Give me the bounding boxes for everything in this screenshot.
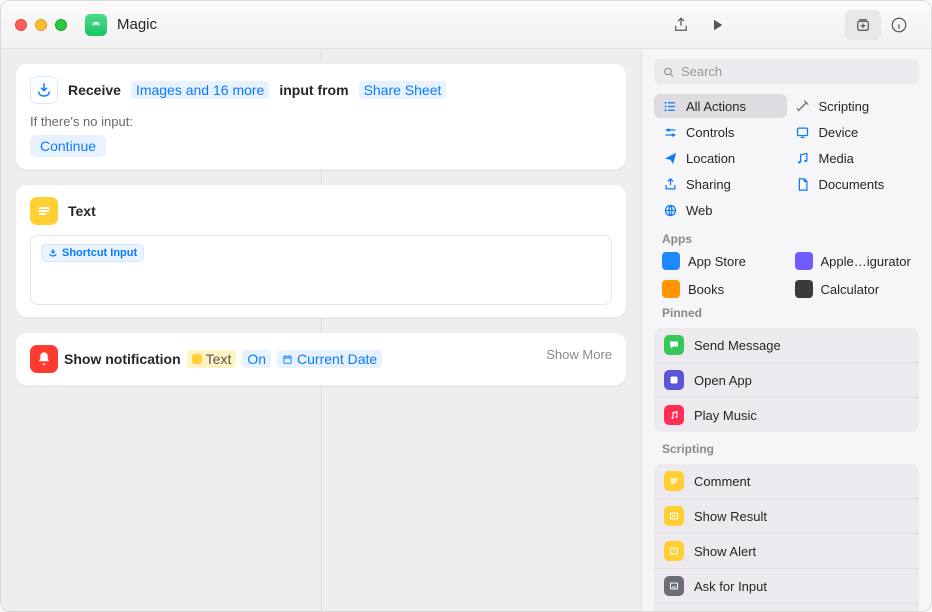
search-icon: [662, 65, 675, 79]
search-input[interactable]: [681, 64, 911, 79]
category-device[interactable]: Device: [787, 120, 920, 144]
text-label: Text: [68, 203, 96, 219]
app-icon: [662, 280, 680, 298]
action-show-notification[interactable]: Show More Show notification Text On Curr…: [15, 332, 627, 386]
web-icon: [662, 202, 678, 218]
action-receive-input[interactable]: Receive Images and 16 more input from Sh…: [15, 63, 627, 170]
category-all-actions[interactable]: All Actions: [654, 94, 787, 118]
search-field[interactable]: [654, 59, 919, 84]
category-scripting[interactable]: Scripting: [787, 94, 920, 118]
shortcut-title[interactable]: Magic: [117, 16, 157, 33]
alert-icon: [664, 541, 684, 561]
category-location[interactable]: Location: [654, 146, 787, 170]
close-window-button[interactable]: [15, 19, 27, 31]
category-grid: All ActionsScriptingControlsDeviceLocati…: [642, 94, 931, 228]
notification-label: Show notification: [64, 351, 181, 367]
open-icon: [664, 370, 684, 390]
notification-text-token[interactable]: Text: [187, 350, 237, 368]
pinned-section-label: Pinned: [642, 302, 931, 322]
category-sharing[interactable]: Sharing: [654, 172, 787, 196]
action-ask-for-input[interactable]: Ask for Input: [654, 569, 919, 604]
actions-sidebar: All ActionsScriptingControlsDeviceLocati…: [641, 49, 931, 611]
receive-source-token[interactable]: Share Sheet: [359, 81, 447, 99]
scripting-list: CommentShow ResultShow AlertAsk for Inpu…: [654, 464, 919, 611]
minimize-window-button[interactable]: [35, 19, 47, 31]
app-apple-igurator[interactable]: Apple…igurator: [787, 248, 920, 274]
action-count[interactable]: Count: [654, 604, 919, 611]
category-web[interactable]: Web: [654, 198, 787, 222]
action-open-app[interactable]: Open App: [654, 363, 919, 398]
media-icon: [795, 150, 811, 166]
msg-icon: [664, 335, 684, 355]
action-play-music[interactable]: Play Music: [654, 398, 919, 432]
text-input-area[interactable]: Shortcut Input: [30, 235, 612, 305]
action-show-alert[interactable]: Show Alert: [654, 534, 919, 569]
lines-icon: [664, 471, 684, 491]
ask-icon: [664, 576, 684, 596]
shortcut-input-variable-chip[interactable]: Shortcut Input: [41, 244, 144, 262]
action-send-message[interactable]: Send Message: [654, 328, 919, 363]
app-icon: [795, 252, 813, 270]
notification-icon: [30, 345, 58, 373]
notification-on-token[interactable]: On: [242, 350, 271, 368]
receive-noinput-action[interactable]: Continue: [30, 135, 106, 157]
wand-icon: [795, 98, 811, 114]
action-show-result[interactable]: Show Result: [654, 499, 919, 534]
zoom-window-button[interactable]: [55, 19, 67, 31]
doc-icon: [795, 176, 811, 192]
nav-icon: [662, 150, 678, 166]
app-icon: [662, 252, 680, 270]
receive-label: Receive: [68, 82, 121, 98]
notification-date-token[interactable]: Current Date: [277, 350, 382, 368]
library-toggle-button[interactable]: [845, 10, 881, 40]
info-button[interactable]: [881, 10, 917, 40]
receive-noinput-label: If there's no input:: [30, 114, 612, 129]
shortcut-app-icon: [85, 14, 107, 36]
apps-section-label: Apps: [642, 228, 931, 248]
device-icon: [795, 124, 811, 140]
app-books[interactable]: Books: [654, 276, 787, 302]
receive-icon: [30, 76, 58, 104]
list-icon: [662, 98, 678, 114]
apps-grid: App StoreApple…iguratorBooksCalculator: [642, 248, 931, 302]
action-comment[interactable]: Comment: [654, 464, 919, 499]
app-icon: [795, 280, 813, 298]
category-media[interactable]: Media: [787, 146, 920, 170]
pinned-list: Send MessageOpen AppPlay Music: [654, 328, 919, 432]
workflow-editor[interactable]: Receive Images and 16 more input from Sh…: [1, 49, 641, 611]
window-controls: [15, 19, 67, 31]
run-button[interactable]: [699, 10, 735, 40]
scripting-section-label: Scripting: [642, 438, 931, 458]
receive-from-label: input from: [279, 82, 348, 98]
share-icon: [662, 176, 678, 192]
category-controls[interactable]: Controls: [654, 120, 787, 144]
text-icon: [30, 197, 58, 225]
slider-icon: [662, 124, 678, 140]
share-button[interactable]: [663, 10, 699, 40]
result-icon: [664, 506, 684, 526]
receive-type-token[interactable]: Images and 16 more: [131, 81, 269, 99]
music-icon: [664, 405, 684, 425]
category-documents[interactable]: Documents: [787, 172, 920, 196]
shortcuts-editor-window: Magic Receive Imag: [0, 0, 932, 612]
app-app-store[interactable]: App Store: [654, 248, 787, 274]
show-more-button[interactable]: Show More: [546, 347, 612, 362]
titlebar: Magic: [1, 1, 931, 49]
app-calculator[interactable]: Calculator: [787, 276, 920, 302]
action-text[interactable]: Text Shortcut Input: [15, 184, 627, 318]
